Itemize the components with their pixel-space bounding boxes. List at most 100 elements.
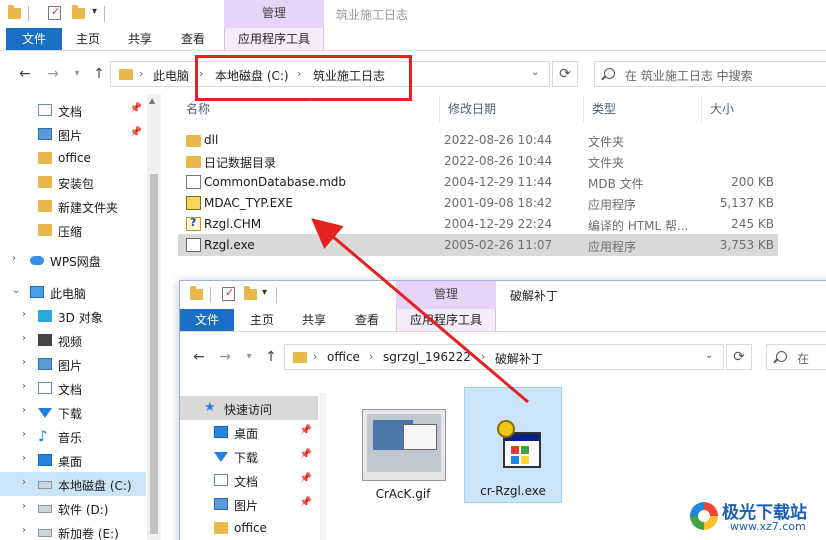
address-bar[interactable]: › office › sgrzgl_196222 › 破解补丁 ⌄: [284, 344, 724, 370]
nav-item-videos[interactable]: › 视频: [0, 328, 146, 352]
chevron-down-icon[interactable]: ⌄: [12, 285, 20, 296]
nav-item-new-folder[interactable]: 新建文件夹: [0, 194, 146, 218]
file-row[interactable]: Rzgl.CHM 2004-12-29 22:24 编译的 HTML 帮... …: [178, 213, 778, 235]
pin-icon[interactable]: 📌: [300, 449, 312, 460]
quick-access-dropdown-icon[interactable]: ▾: [262, 287, 267, 303]
tab-view[interactable]: 查看: [170, 28, 216, 50]
file-row[interactable]: MDAC_TYP.EXE 2001-09-08 18:42 应用程序 5,137…: [178, 192, 778, 214]
search-box[interactable]: 在: [766, 344, 826, 370]
back-arrow-icon[interactable]: ←: [190, 349, 208, 365]
new-folder-icon[interactable]: [244, 286, 257, 300]
chevron-right-icon[interactable]: ›: [22, 429, 26, 440]
nav-item-compressed[interactable]: 压缩: [0, 218, 146, 242]
new-folder-icon[interactable]: [72, 5, 85, 19]
folder-icon[interactable]: [190, 286, 203, 300]
nav-item-installers[interactable]: 安装包: [0, 170, 146, 194]
chevron-right-icon[interactable]: ›: [369, 350, 373, 363]
nav-item-music[interactable]: › ♪ 音乐: [0, 424, 146, 448]
search-input-placeholder[interactable]: 在: [797, 350, 809, 367]
breadcrumb-this-pc[interactable]: 此电脑: [153, 67, 189, 84]
chevron-right-icon[interactable]: ›: [22, 309, 26, 320]
chevron-right-icon[interactable]: ›: [22, 381, 26, 392]
search-input-placeholder[interactable]: 在 筑业施工日志 中搜索: [625, 67, 753, 84]
nav-item-drive-e[interactable]: › 新加卷 (E:): [0, 520, 146, 540]
folder-icon[interactable]: [8, 5, 21, 19]
refresh-button[interactable]: ⟳: [552, 61, 578, 87]
nav-item-documents[interactable]: 文档 📌: [0, 98, 146, 122]
column-header-date[interactable]: 修改日期: [440, 96, 584, 122]
tab-home[interactable]: 主页: [66, 28, 110, 50]
pin-icon[interactable]: 📌: [300, 425, 312, 436]
nav-item-downloads[interactable]: 下载 📌: [180, 444, 318, 468]
chevron-right-icon[interactable]: ›: [22, 501, 26, 512]
properties-check-icon[interactable]: [222, 286, 235, 301]
up-arrow-icon[interactable]: ↑: [262, 349, 280, 365]
back-arrow-icon[interactable]: ←: [16, 66, 34, 82]
tab-application-tools[interactable]: 应用程序工具: [396, 309, 496, 331]
address-history-dropdown-icon[interactable]: ⌄: [531, 67, 539, 78]
column-header-type[interactable]: 类型: [584, 96, 702, 122]
file-row[interactable]: dll 2022-08-26 10:44 文件夹: [178, 129, 778, 151]
quick-access-dropdown-icon[interactable]: ▾: [92, 6, 97, 22]
scrollbar-thumb[interactable]: [150, 174, 158, 534]
breadcrumb-current-folder[interactable]: 破解补丁: [495, 350, 543, 367]
nav-item-pictures[interactable]: 图片 📌: [180, 492, 318, 516]
recent-locations-icon[interactable]: ▾: [68, 68, 86, 79]
chevron-right-icon[interactable]: ›: [313, 350, 317, 363]
recent-locations-icon[interactable]: ▾: [240, 351, 258, 362]
breadcrumb-office[interactable]: office: [327, 350, 360, 364]
pin-icon[interactable]: 📌: [130, 127, 142, 138]
nav-item-pictures-pc[interactable]: › 图片: [0, 352, 146, 376]
tab-home[interactable]: 主页: [240, 309, 284, 331]
nav-item-pictures[interactable]: 图片 📌: [0, 122, 146, 146]
chevron-right-icon[interactable]: ›: [12, 253, 16, 264]
properties-check-icon[interactable]: [48, 5, 61, 20]
chevron-right-icon[interactable]: ›: [22, 405, 26, 416]
refresh-button[interactable]: ⟳: [726, 344, 752, 370]
nav-item-drive-d[interactable]: › 软件 (D:): [0, 496, 146, 520]
forward-arrow-icon[interactable]: →: [216, 349, 234, 365]
nav-item-wps-drive[interactable]: › WPS网盘: [0, 248, 146, 272]
tab-file[interactable]: 文件: [6, 28, 62, 50]
nav-item-quick-access[interactable]: ★ 快速访问: [180, 396, 318, 420]
nav-pane-scrollbar[interactable]: [320, 393, 326, 540]
chevron-right-icon[interactable]: ›: [22, 525, 26, 536]
chevron-right-icon[interactable]: ›: [481, 350, 485, 363]
nav-item-desktop[interactable]: 桌面 📌: [180, 420, 318, 444]
tab-file[interactable]: 文件: [180, 309, 234, 331]
search-box[interactable]: 在 筑业施工日志 中搜索: [594, 61, 826, 87]
file-row-selected[interactable]: Rzgl.exe 2005-02-26 11:07 应用程序 3,753 KB: [178, 234, 778, 256]
chevron-right-icon[interactable]: ›: [22, 453, 26, 464]
column-header-size[interactable]: 大小: [702, 96, 778, 122]
manage-context-tab[interactable]: 管理: [396, 281, 496, 309]
nav-item-office[interactable]: office: [180, 516, 318, 540]
address-history-dropdown-icon[interactable]: ⌄: [705, 350, 713, 361]
pin-icon[interactable]: 📌: [300, 497, 312, 508]
pin-icon[interactable]: 📌: [130, 103, 142, 114]
nav-item-3d-objects[interactable]: › 3D 对象: [0, 304, 146, 328]
file-tile[interactable]: CrAcK.gif: [354, 395, 452, 507]
tab-application-tools[interactable]: 应用程序工具: [224, 28, 324, 50]
nav-item-this-pc[interactable]: ⌄ 此电脑: [0, 280, 146, 304]
column-header-name[interactable]: ⌃ 名称: [178, 96, 440, 122]
tab-view[interactable]: 查看: [344, 309, 390, 331]
nav-item-office[interactable]: office: [0, 146, 146, 170]
chevron-right-icon[interactable]: ›: [22, 357, 26, 368]
up-arrow-icon[interactable]: ↑: [90, 66, 108, 82]
nav-item-local-disk-c[interactable]: › 本地磁盘 (C:): [0, 472, 146, 496]
file-row[interactable]: 日记数据目录 2022-08-26 10:44 文件夹: [178, 150, 778, 172]
breadcrumb-sgrzgl[interactable]: sgrzgl_196222: [383, 350, 471, 364]
chevron-right-icon[interactable]: ›: [22, 333, 26, 344]
manage-context-tab[interactable]: 管理: [224, 0, 324, 28]
file-row[interactable]: CommonDatabase.mdb 2004-12-29 11:44 MDB …: [178, 171, 778, 193]
scroll-up-icon[interactable]: ▲: [149, 96, 155, 105]
chevron-right-icon[interactable]: ›: [139, 67, 143, 80]
nav-item-desktop[interactable]: › 桌面: [0, 448, 146, 472]
file-tile-selected[interactable]: cr-Rzgl.exe: [464, 387, 562, 503]
tab-share[interactable]: 共享: [292, 309, 336, 331]
nav-item-downloads[interactable]: › 下载: [0, 400, 146, 424]
pin-icon[interactable]: 📌: [300, 473, 312, 484]
forward-arrow-icon[interactable]: →: [44, 66, 62, 82]
nav-item-documents-pc[interactable]: › 文档: [0, 376, 146, 400]
chevron-right-icon[interactable]: ›: [22, 477, 26, 488]
